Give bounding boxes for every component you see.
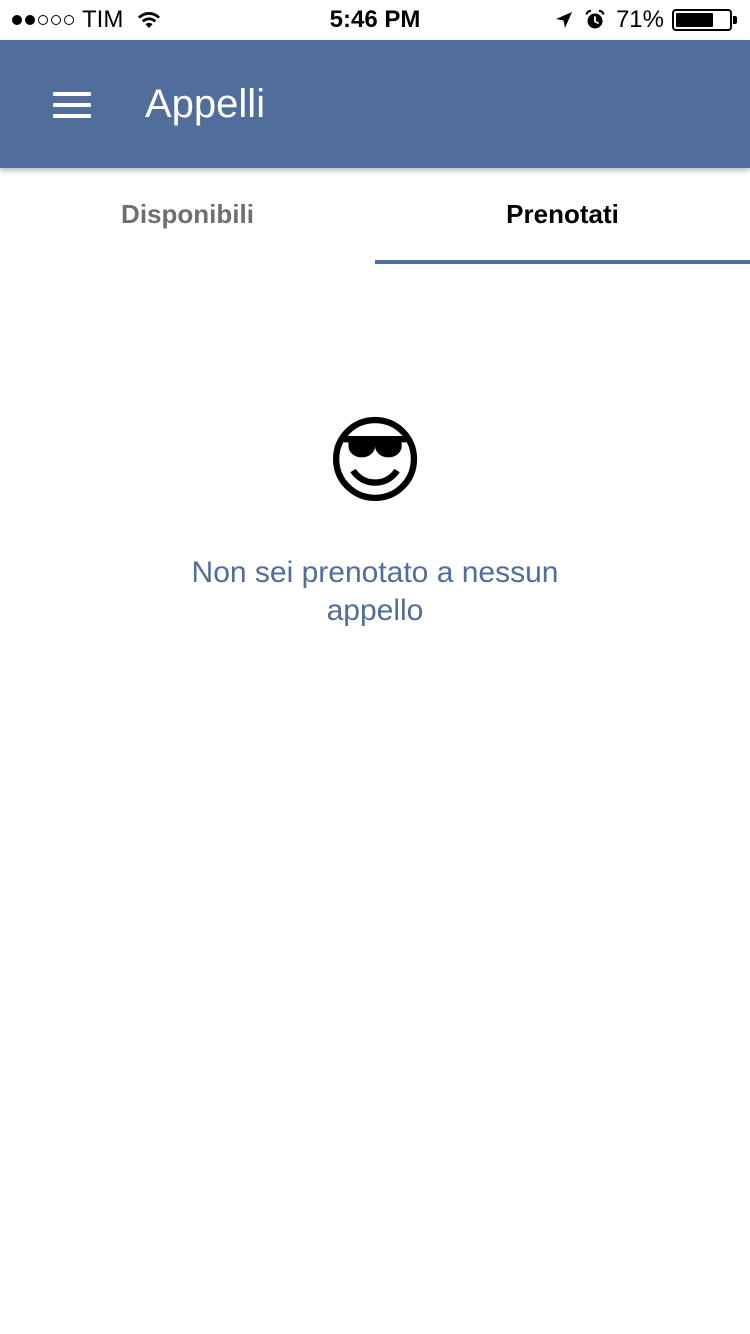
sunglasses-emoji-icon: 😎 (324, 408, 426, 515)
tab-label: Disponibili (121, 199, 254, 229)
active-tab-indicator (375, 260, 750, 264)
battery-icon (672, 8, 738, 32)
tab-bar: Disponibili Prenotati (0, 168, 750, 264)
app-screen: TIM 5:46 PM 71% Appelli Disponibili Pren… (0, 0, 750, 1334)
status-bar: TIM 5:46 PM 71% (0, 0, 750, 40)
hamburger-menu-icon (53, 92, 91, 118)
battery-tip (733, 16, 737, 24)
app-bar: Appelli (0, 40, 750, 168)
battery-percentage: 71% (615, 6, 664, 33)
menu-button[interactable] (40, 80, 104, 130)
battery-body (672, 9, 732, 31)
status-right: 71% (554, 6, 738, 34)
tab-label: Prenotati (506, 199, 619, 229)
location-arrow-icon (555, 12, 572, 28)
alarm-clock-icon (585, 9, 605, 29)
empty-state-message: Non sei prenotato a nessun appello (191, 556, 559, 627)
tab-disponibili[interactable]: Disponibili (0, 168, 375, 264)
battery-fill (676, 13, 713, 27)
page-title: Appelli (145, 82, 266, 126)
tab-prenotati[interactable]: Prenotati (375, 168, 750, 264)
empty-state: 😎 Non sei prenotato a nessun appello (0, 410, 750, 630)
